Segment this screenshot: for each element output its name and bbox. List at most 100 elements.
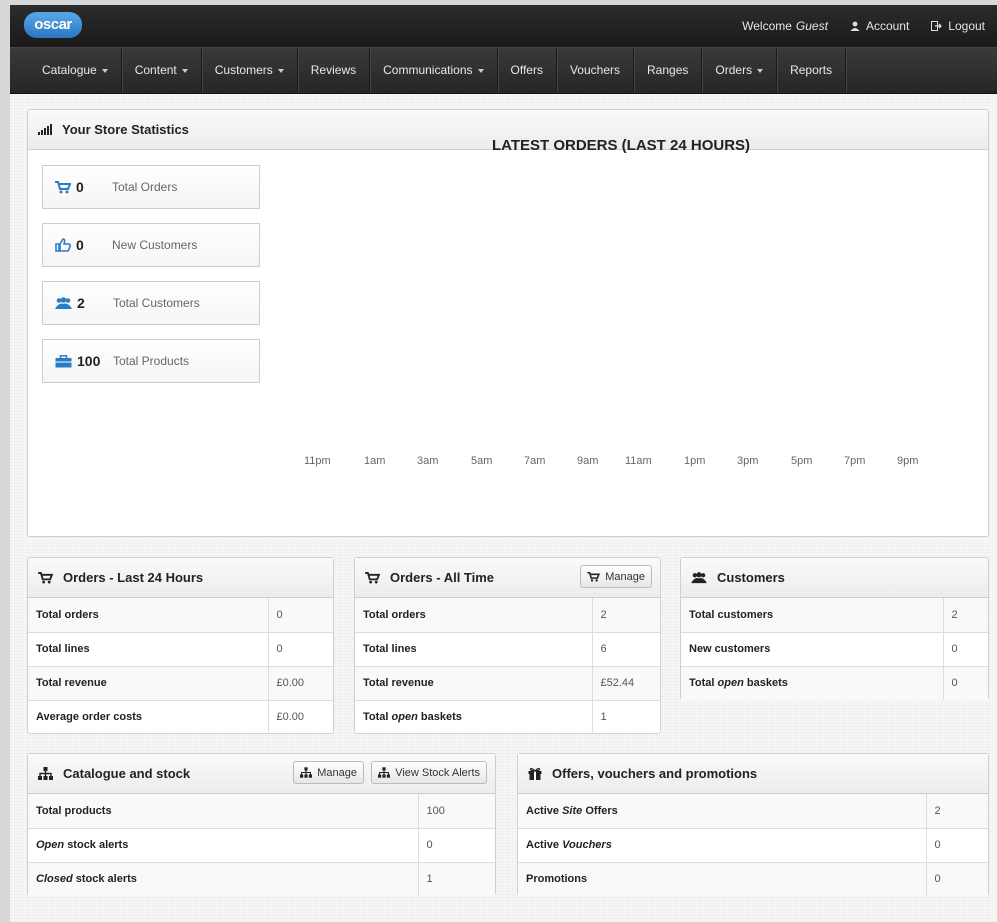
nav-label: Communications (383, 63, 473, 77)
row-value: 1 (591, 699, 660, 734)
row-label: Total open baskets (355, 699, 592, 734)
row-value: £0.00 (267, 699, 333, 734)
nav-label: Offers (510, 63, 543, 77)
row-label: Total orders (28, 598, 268, 632)
nav-catalogue[interactable]: Catalogue (29, 48, 122, 93)
row-label: Active Site Offers (518, 794, 926, 828)
nav-content[interactable]: Content (122, 48, 202, 93)
x-tick-label: 7pm (844, 455, 866, 467)
row-label: Total open baskets (681, 665, 943, 700)
row-value: 2 (925, 794, 988, 828)
stat-label: Total Products (113, 354, 190, 368)
logout-label: Logout (948, 19, 985, 33)
x-tick-label: 3pm (737, 455, 759, 467)
button-label: Manage (605, 570, 645, 583)
panel-header: Offers, vouchers and promotions (518, 754, 988, 794)
oscar-logo[interactable]: oscar (24, 12, 82, 38)
table-row: Total revenue £0.00 (28, 665, 333, 700)
label-emphasis: Open (36, 839, 65, 851)
row-value: £52.44 (591, 665, 660, 700)
chart-title: LATEST ORDERS (LAST 24 HOURS) (491, 137, 751, 154)
row-label: Average order costs (28, 699, 268, 734)
table-row: Total orders 0 (28, 598, 333, 632)
orders-all-table: Total orders 2 Total lines 6 Total revenue… (355, 598, 660, 734)
label-part: baskets (420, 711, 462, 724)
thumbs-up-icon (55, 238, 71, 252)
account-link[interactable]: Account (850, 19, 909, 33)
sitemap-icon (38, 767, 53, 780)
nav-vouchers[interactable]: Vouchers (557, 48, 635, 93)
row-label: Active Vouchers (518, 827, 926, 862)
orders-24-table: Total orders 0 Total lines 0 Total revenue… (28, 598, 333, 734)
sitemap-icon (378, 767, 391, 778)
x-tick-label: 9am (577, 455, 599, 467)
row-value: 2 (942, 598, 988, 632)
label-part: stock alerts (67, 839, 129, 851)
table-row: Total products 100 (28, 794, 495, 828)
label-emphasis: open (391, 711, 418, 724)
orders-all-time-panel: Orders - All Time Manage Total orders 2 T… (354, 557, 661, 734)
row-label: Total products (28, 794, 418, 828)
label-part: Active (526, 839, 560, 851)
signal-bars-icon (38, 124, 52, 135)
row-label: Total revenue (28, 665, 268, 700)
label-emphasis: Closed (36, 873, 73, 886)
row-label: Open stock alerts (28, 827, 418, 862)
row-label: Total lines (28, 631, 268, 666)
panel-header: Catalogue and stock Manage View Stock Al… (28, 754, 495, 794)
row-value: 100 (417, 794, 495, 828)
store-statistics-panel: Your Store Statistics 0 Total Orders 0 N… (27, 109, 989, 537)
group-icon (691, 571, 707, 583)
nav-ranges[interactable]: Ranges (634, 48, 703, 93)
offers-panel: Offers, vouchers and promotions Active S… (517, 753, 989, 896)
account-label: Account (865, 19, 910, 33)
page: oscar Welcome Guest Account Logout Catal… (10, 5, 997, 922)
stat-value: 100 (77, 353, 101, 369)
table-row: Active Vouchers 0 (518, 827, 988, 862)
manage-catalogue-button[interactable]: Manage (293, 761, 364, 784)
group-icon (55, 296, 72, 309)
nav-label: Reviews (310, 63, 357, 77)
catalogue-table: Total products 100 Open stock alerts 0 Clo… (28, 794, 495, 896)
button-label: View Stock Alerts (395, 766, 480, 779)
x-tick-label: 7am (524, 455, 546, 467)
x-tick-label: 9pm (897, 455, 919, 467)
table-row: Total customers 2 (681, 598, 988, 632)
logout-link[interactable]: Logout (931, 19, 985, 33)
label-part: Active (526, 804, 560, 817)
table-row: Total orders 2 (355, 598, 660, 632)
nav-customers[interactable]: Customers (202, 48, 298, 93)
nav-offers[interactable]: Offers (498, 48, 557, 93)
row-label: Total revenue (355, 665, 592, 700)
main-nav: Catalogue Content Customers Reviews Comm… (10, 47, 997, 94)
nav-communications[interactable]: Communications (370, 48, 498, 93)
nav-label: Reports (790, 63, 833, 77)
panel-title: Customers (717, 570, 785, 585)
nav-reports[interactable]: Reports (777, 48, 847, 93)
table-row: Active Site Offers 2 (518, 794, 988, 828)
nav-orders[interactable]: Orders (702, 48, 778, 93)
table-row: Total open baskets 1 (355, 699, 660, 734)
label-emphasis: Vouchers (562, 839, 612, 851)
caret-down-icon (477, 68, 484, 73)
row-value: 2 (591, 598, 660, 632)
row-label: Total customers (681, 598, 943, 632)
nav-reviews[interactable]: Reviews (298, 48, 371, 93)
offers-table: Active Site Offers 2 Active Vouchers 0 Pro… (518, 794, 988, 896)
caret-down-icon (101, 68, 108, 73)
stat-new-customers: 0 New Customers (42, 223, 260, 267)
row-value: 1 (417, 861, 495, 896)
label-emphasis: open (717, 677, 744, 690)
stat-total-orders: 0 Total Orders (42, 165, 260, 209)
row-value: 0 (942, 665, 988, 700)
cart-icon (365, 571, 380, 584)
label-part: Total (363, 711, 389, 724)
panel-header: Orders - Last 24 Hours (28, 558, 333, 598)
manage-orders-button[interactable]: Manage (580, 565, 652, 588)
table-row: Promotions 0 (518, 861, 988, 896)
catalogue-stock-panel: Catalogue and stock Manage View Stock Al… (27, 753, 496, 896)
table-row: Total lines 0 (28, 631, 333, 666)
row-value: 0 (925, 827, 988, 862)
view-stock-alerts-button[interactable]: View Stock Alerts (371, 761, 487, 784)
row-value: 6 (591, 631, 660, 666)
